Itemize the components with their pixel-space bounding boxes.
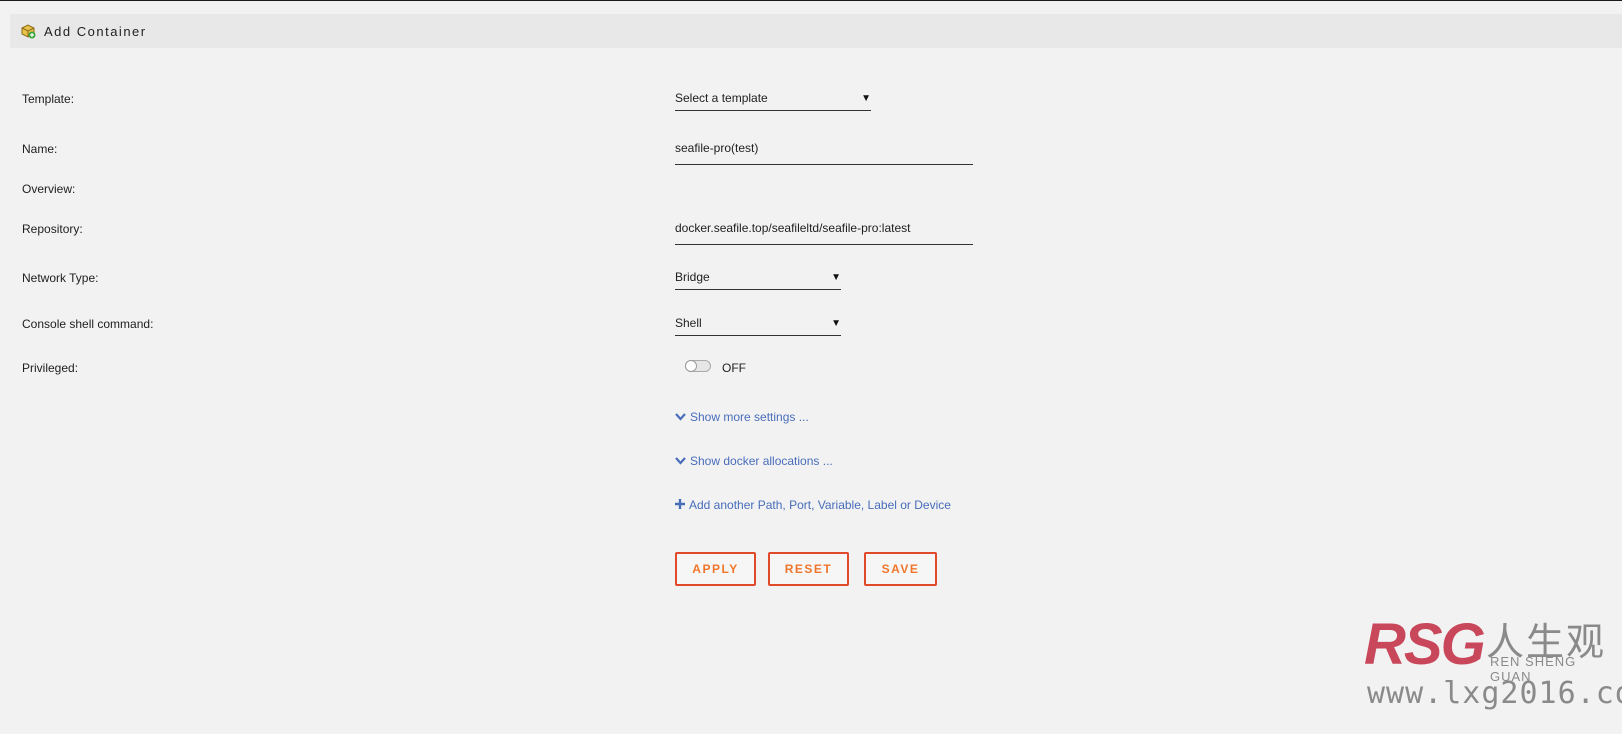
show-more-settings-label: Show more settings ... bbox=[690, 410, 809, 424]
apply-button[interactable]: APPLY bbox=[675, 552, 756, 586]
network-type-select[interactable]: Bridge ▼ bbox=[675, 270, 841, 290]
repository-input[interactable]: docker.seafile.top/seafileltd/seafile-pr… bbox=[675, 221, 973, 245]
repository-label: Repository: bbox=[22, 222, 83, 236]
network-type-value: Bridge bbox=[675, 270, 710, 284]
overview-label: Overview: bbox=[22, 182, 76, 196]
privileged-label: Privileged: bbox=[22, 361, 79, 375]
console-shell-label: Console shell command: bbox=[22, 317, 154, 331]
name-label: Name: bbox=[22, 142, 58, 156]
chevron-down-icon bbox=[675, 410, 686, 424]
page-header: Add Container bbox=[10, 14, 1622, 48]
caret-down-icon: ▼ bbox=[861, 92, 871, 104]
show-docker-allocations-label: Show docker allocations ... bbox=[690, 454, 833, 468]
show-more-settings-link[interactable]: Show more settings ... bbox=[675, 410, 809, 424]
template-select-value: Select a template bbox=[675, 91, 768, 105]
console-shell-value: Shell bbox=[675, 316, 702, 330]
name-input[interactable]: seafile-pro(test) bbox=[675, 141, 973, 165]
save-button[interactable]: SAVE bbox=[864, 552, 937, 586]
container-add-icon bbox=[20, 23, 36, 39]
add-another-label: Add another Path, Port, Variable, Label … bbox=[689, 498, 951, 512]
watermark-url: www.lxg2016.com bbox=[1367, 676, 1622, 711]
caret-down-icon: ▼ bbox=[831, 271, 841, 283]
plus-icon bbox=[675, 498, 685, 512]
page-title: Add Container bbox=[44, 23, 147, 39]
console-shell-select[interactable]: Shell ▼ bbox=[675, 316, 841, 336]
name-input-value: seafile-pro(test) bbox=[675, 141, 759, 155]
add-another-link[interactable]: Add another Path, Port, Variable, Label … bbox=[675, 498, 951, 512]
caret-down-icon: ▼ bbox=[831, 317, 841, 329]
show-docker-allocations-link[interactable]: Show docker allocations ... bbox=[675, 454, 833, 468]
reset-button[interactable]: RESET bbox=[768, 552, 849, 586]
top-border bbox=[0, 0, 1622, 1]
template-label: Template: bbox=[22, 92, 75, 106]
privileged-toggle[interactable] bbox=[685, 360, 711, 372]
toggle-knob bbox=[685, 360, 697, 372]
repository-input-value: docker.seafile.top/seafileltd/seafile-pr… bbox=[675, 221, 911, 235]
template-select[interactable]: Select a template ▼ bbox=[675, 91, 871, 111]
privileged-state: OFF bbox=[722, 361, 746, 375]
network-type-label: Network Type: bbox=[22, 271, 99, 285]
chevron-down-icon bbox=[675, 454, 686, 468]
watermark-logo: RSG bbox=[1364, 612, 1486, 677]
